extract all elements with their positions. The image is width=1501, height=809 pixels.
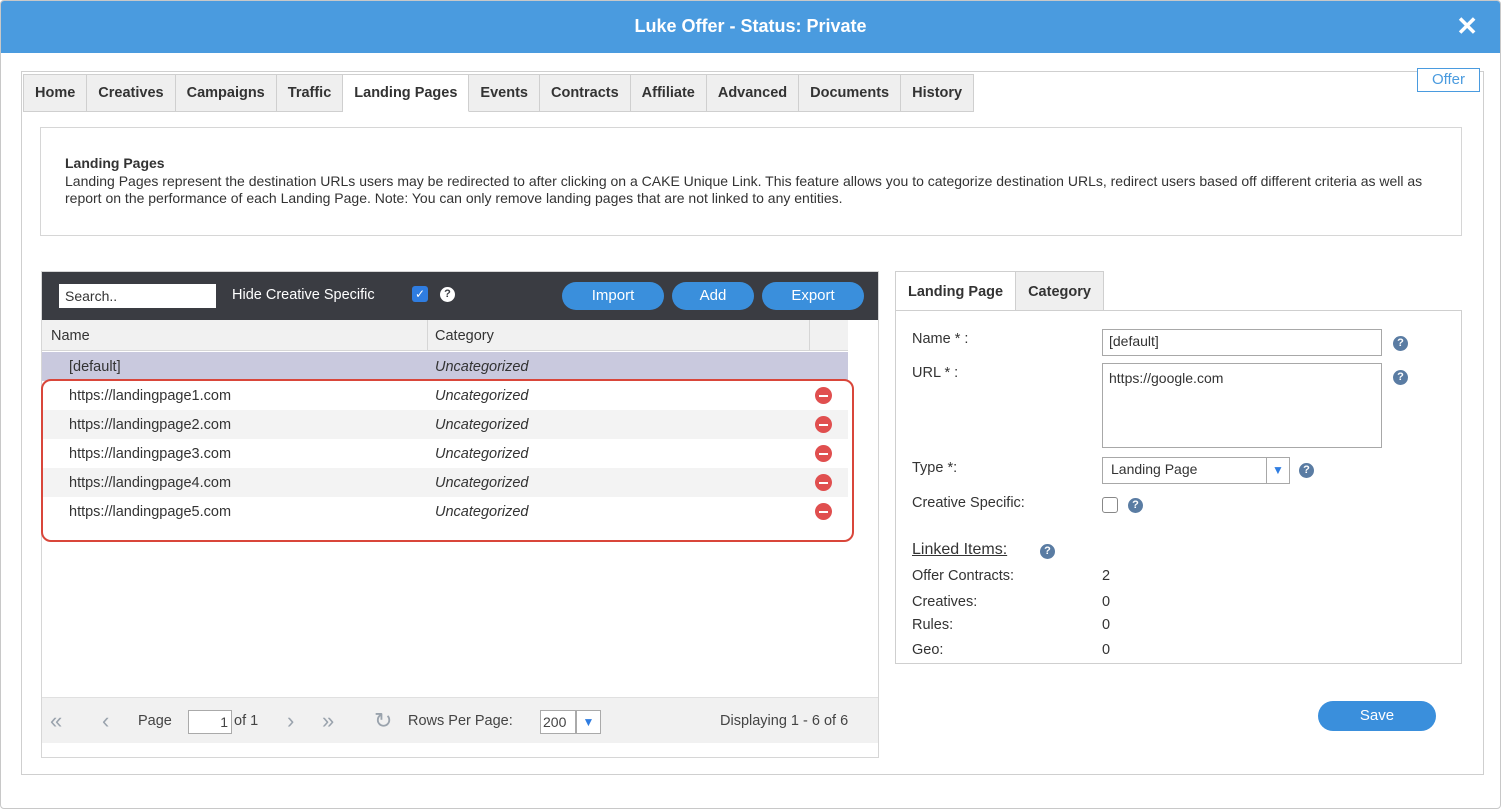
grid-rows: [default] Uncategorized https://landingp…	[42, 352, 848, 526]
help-icon[interactable]: ?	[1299, 463, 1314, 478]
creatives-label: Creatives:	[912, 594, 978, 610]
grid-toolbar: Hide Creative Specific ✓ ? Import Add Ex…	[42, 272, 878, 320]
chevron-down-icon[interactable]: ▼	[576, 710, 601, 734]
main-tabs: Home Creatives Campaigns Traffic Landing…	[23, 74, 975, 112]
info-heading: Landing Pages	[65, 155, 165, 171]
tab-category[interactable]: Category	[1016, 271, 1104, 311]
tab-landing-page[interactable]: Landing Page	[895, 271, 1017, 311]
offer-button[interactable]: Offer	[1417, 68, 1480, 92]
column-name[interactable]: Name	[51, 328, 90, 344]
row-name: https://landingpage1.com	[69, 388, 232, 404]
row-category: Uncategorized	[435, 417, 529, 433]
refresh-icon[interactable]: ↻	[374, 708, 392, 734]
offer-contracts-value: 2	[1102, 568, 1111, 584]
tab-events[interactable]: Events	[469, 74, 540, 112]
tab-creatives[interactable]: Creatives	[87, 74, 176, 112]
column-divider	[427, 320, 428, 351]
tab-advanced[interactable]: Advanced	[706, 74, 800, 112]
row-category: Uncategorized	[435, 446, 529, 462]
row-category: Uncategorized	[435, 475, 529, 491]
type-select[interactable]: Landing Page	[1102, 457, 1267, 484]
row-category: Uncategorized	[435, 359, 529, 375]
delete-icon[interactable]	[815, 445, 832, 462]
displaying-text: Displaying 1 - 6 of 6	[720, 713, 849, 729]
column-divider	[809, 320, 810, 351]
geo-value: 0	[1102, 642, 1111, 658]
row-name: https://landingpage4.com	[69, 475, 232, 491]
row-name: https://landingpage5.com	[69, 504, 232, 520]
table-row[interactable]: https://landingpage5.com Uncategorized	[42, 497, 848, 526]
landing-pages-grid: Hide Creative Specific ✓ ? Import Add Ex…	[41, 271, 879, 758]
info-body: Landing Pages represent the destination …	[65, 173, 1423, 206]
tab-documents[interactable]: Documents	[799, 74, 902, 112]
tab-traffic[interactable]: Traffic	[276, 74, 344, 112]
table-row[interactable]: https://landingpage3.com Uncategorized	[42, 439, 848, 468]
prev-page-icon[interactable]: ‹	[102, 708, 109, 734]
search-input[interactable]	[59, 284, 216, 308]
info-box: Landing Pages Landing Pages represent th…	[40, 127, 1462, 236]
name-field[interactable]: [default]	[1102, 329, 1382, 356]
delete-icon[interactable]	[815, 474, 832, 491]
type-label: Type *:	[912, 460, 958, 476]
creatives-value: 0	[1102, 594, 1111, 610]
pager: « ‹ Page 1 of 1 › » ↻ Rows Per Page: 200…	[42, 697, 878, 743]
tab-landing-pages[interactable]: Landing Pages	[343, 74, 470, 112]
row-category: Uncategorized	[435, 504, 529, 520]
hide-creative-checkbox[interactable]: ✓	[412, 286, 428, 302]
rules-label: Rules:	[912, 617, 954, 633]
title-bar: Luke Offer - Status: Private ✕	[1, 1, 1500, 53]
tab-history[interactable]: History	[901, 74, 975, 112]
chevron-down-icon[interactable]: ▼	[1266, 457, 1290, 484]
delete-icon[interactable]	[815, 503, 832, 520]
url-field[interactable]: https://google.com	[1102, 363, 1382, 448]
table-row[interactable]: [default] Uncategorized	[42, 352, 848, 381]
landing-page-detail: Name * : [default] ? URL * : https://goo…	[895, 310, 1462, 664]
delete-icon[interactable]	[815, 387, 832, 404]
import-button[interactable]: Import	[562, 282, 664, 310]
name-label: Name * :	[912, 331, 969, 347]
window-title: Luke Offer - Status: Private	[634, 16, 867, 36]
tab-affiliate[interactable]: Affiliate	[630, 74, 707, 112]
export-button[interactable]: Export	[762, 282, 864, 310]
save-button[interactable]: Save	[1318, 701, 1436, 731]
close-icon[interactable]: ✕	[1456, 12, 1478, 40]
row-category: Uncategorized	[435, 388, 529, 404]
next-page-icon[interactable]: ›	[287, 708, 294, 734]
rules-value: 0	[1102, 617, 1111, 633]
help-icon[interactable]: ?	[1393, 336, 1408, 351]
help-icon[interactable]: ?	[440, 287, 455, 302]
rows-per-page-select[interactable]: 200	[540, 710, 576, 734]
offer-contracts-label: Offer Contracts:	[912, 568, 1015, 584]
detail-tabs: Landing Page Category	[895, 271, 1104, 311]
hide-creative-label: Hide Creative Specific	[232, 287, 375, 303]
page-input[interactable]: 1	[188, 710, 232, 734]
row-name: [default]	[69, 359, 121, 375]
creative-specific-checkbox[interactable]	[1102, 497, 1118, 513]
rows-per-page-label: Rows Per Page:	[408, 713, 513, 729]
linked-items-label: Linked Items:	[912, 541, 1008, 558]
table-row[interactable]: https://landingpage4.com Uncategorized	[42, 468, 848, 497]
offer-modal: Luke Offer - Status: Private ✕ Home Crea…	[0, 0, 1501, 809]
help-icon[interactable]: ?	[1040, 544, 1055, 559]
add-button[interactable]: Add	[672, 282, 754, 310]
geo-label: Geo:	[912, 642, 944, 658]
grid-header: Name Category	[42, 320, 848, 351]
delete-icon[interactable]	[815, 416, 832, 433]
row-name: https://landingpage2.com	[69, 417, 232, 433]
last-page-icon[interactable]: »	[322, 708, 334, 734]
help-icon[interactable]: ?	[1128, 498, 1143, 513]
url-label: URL * :	[912, 365, 959, 381]
page-label: Page	[138, 713, 172, 729]
row-name: https://landingpage3.com	[69, 446, 232, 462]
creative-specific-label: Creative Specific:	[912, 495, 1025, 511]
tab-contracts[interactable]: Contracts	[539, 74, 631, 112]
tab-home[interactable]: Home	[23, 74, 88, 112]
tab-campaigns[interactable]: Campaigns	[175, 74, 277, 112]
first-page-icon[interactable]: «	[50, 708, 62, 734]
table-row[interactable]: https://landingpage2.com Uncategorized	[42, 410, 848, 439]
help-icon[interactable]: ?	[1393, 370, 1408, 385]
page-count: of 1	[234, 713, 259, 729]
column-category[interactable]: Category	[435, 328, 494, 344]
table-row[interactable]: https://landingpage1.com Uncategorized	[42, 381, 848, 410]
